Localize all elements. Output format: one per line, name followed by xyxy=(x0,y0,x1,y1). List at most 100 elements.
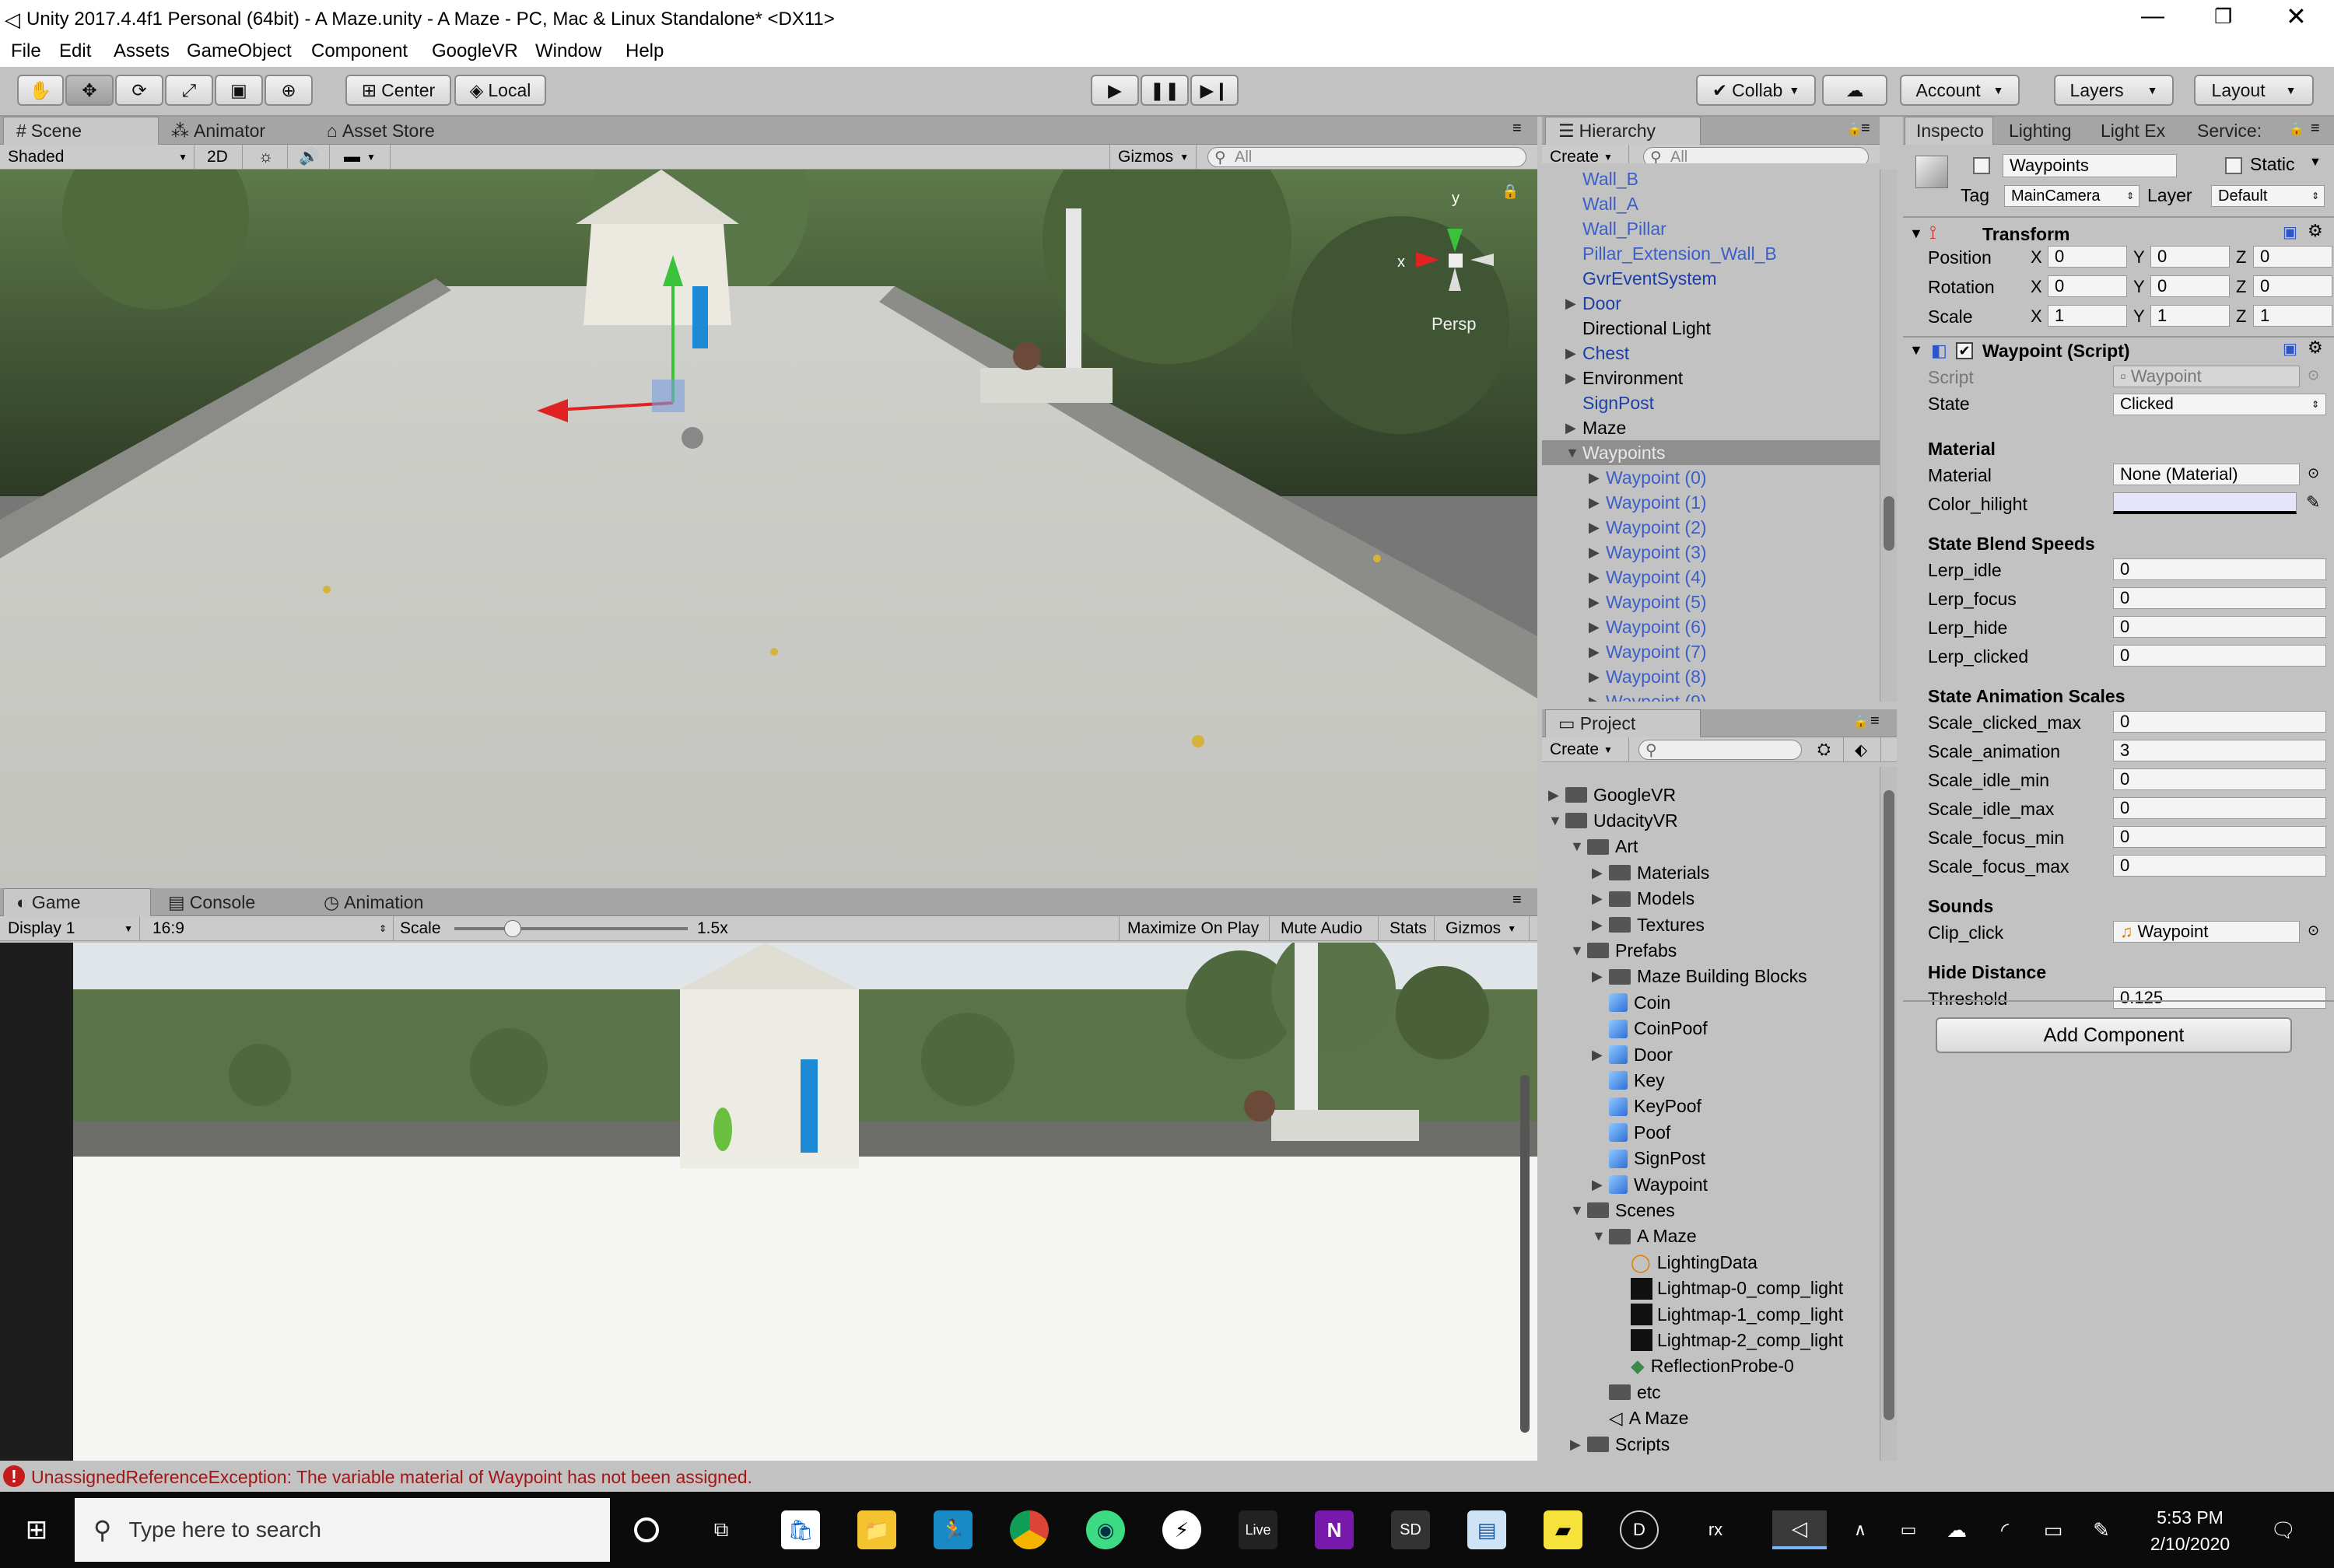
object-picker-icon[interactable]: ⊙ xyxy=(2308,922,2319,939)
number-field[interactable]: 0 xyxy=(2113,797,2326,819)
hierarchy-scrollbar[interactable] xyxy=(1880,170,1897,702)
lock-icon[interactable]: 🔒 xyxy=(1853,714,1869,730)
project-item[interactable]: CoinPoof xyxy=(1542,1017,1880,1041)
wifi-icon[interactable]: ◜ xyxy=(1985,1510,2024,1549)
transform-title[interactable]: Transform xyxy=(1982,224,2069,245)
transform-foldout-icon[interactable]: ▼ xyxy=(1909,226,1923,242)
status-bar[interactable]: ! UnassignedReferenceException: The vari… xyxy=(0,1462,2334,1492)
lock-icon[interactable]: 🔒 xyxy=(2289,121,2304,137)
gear-icon[interactable]: ⚙ xyxy=(2308,221,2323,241)
hierarchy-item[interactable]: ▶ Maze xyxy=(1542,415,1880,440)
project-item[interactable]: ◯ LightingData xyxy=(1542,1250,1880,1275)
scrollbar-thumb[interactable] xyxy=(1884,790,1894,1420)
axis-x-label[interactable]: X xyxy=(2031,306,2042,327)
notifications-icon[interactable]: 🗨 xyxy=(2264,1510,2303,1549)
cloud-button[interactable]: ☁ xyxy=(1822,75,1887,106)
document-app-icon[interactable]: ▤ xyxy=(1467,1510,1506,1549)
expand-right-icon[interactable]: ▶ xyxy=(1589,619,1606,635)
tab-inspector[interactable]: Inspecto xyxy=(1905,117,1993,145)
static-dropdown-icon[interactable]: ▼ xyxy=(2309,156,2322,170)
hierarchy-item[interactable]: ▶ Chest xyxy=(1542,341,1880,366)
expand-right-icon[interactable]: ▶ xyxy=(1589,495,1606,511)
project-item[interactable]: ▶ Models xyxy=(1542,887,1880,912)
project-item[interactable]: ▼ Art xyxy=(1542,835,1880,859)
project-item[interactable]: ◁ A Maze xyxy=(1542,1406,1880,1431)
onenote-icon[interactable]: N xyxy=(1315,1510,1354,1549)
state-dropdown[interactable]: Clicked ⇕ xyxy=(2113,394,2326,415)
axis-y-label[interactable]: Y xyxy=(2133,247,2145,268)
transform-position-y-field[interactable]: 0 xyxy=(2150,246,2230,268)
hand-tool-button[interactable]: ✋ xyxy=(17,75,64,106)
help-icon[interactable]: ▣ xyxy=(2283,222,2297,242)
aspect-dropdown[interactable]: 16:9 ⇕ xyxy=(145,916,394,941)
sticky-notes-icon[interactable]: ▰ xyxy=(1544,1510,1582,1549)
project-item[interactable]: Key xyxy=(1542,1068,1880,1093)
axis-y-label[interactable]: Y xyxy=(2133,306,2145,327)
expand-right-icon[interactable]: ▶ xyxy=(1592,891,1609,907)
tab-services[interactable]: Service: xyxy=(2185,117,2286,145)
hierarchy-item[interactable]: ▶ Waypoint (4) xyxy=(1542,565,1880,590)
panel-menu-icon[interactable]: ≡ xyxy=(1861,120,1870,138)
filter-by-type-button[interactable]: ⛭ xyxy=(1810,737,1844,762)
rx-app-icon[interactable]: rx xyxy=(1696,1510,1735,1549)
project-item[interactable]: ▼ Prefabs xyxy=(1542,938,1880,963)
transform-tool-button[interactable]: ⊕ xyxy=(265,75,313,106)
hierarchy-item[interactable]: Pillar_Extension_Wall_B xyxy=(1542,241,1880,266)
clock[interactable]: 5:53 PM 2/10/2020 xyxy=(2132,1504,2248,1557)
expand-right-icon[interactable]: ▶ xyxy=(1565,345,1582,362)
task-view-icon[interactable]: ⧉ xyxy=(702,1510,741,1549)
transform-scale-x-field[interactable]: 1 xyxy=(2048,305,2127,327)
project-item[interactable]: ◆ ReflectionProbe-0 xyxy=(1542,1354,1880,1379)
script-foldout-icon[interactable]: ▼ xyxy=(1909,342,1923,359)
mute-audio-toggle[interactable]: Mute Audio xyxy=(1273,916,1379,941)
step-button[interactable]: ▶❙ xyxy=(1190,75,1239,106)
expand-down-icon[interactable]: ▼ xyxy=(1570,943,1587,959)
expand-right-icon[interactable]: ▶ xyxy=(1548,787,1565,803)
menu-help[interactable]: Help xyxy=(626,40,664,62)
number-field[interactable]: 0.125 xyxy=(2113,987,2326,1009)
hierarchy-item[interactable]: ▶ Waypoint (6) xyxy=(1542,614,1880,639)
expand-right-icon[interactable]: ▶ xyxy=(1592,1047,1609,1063)
tab-project[interactable]: ▭ Project xyxy=(1545,709,1701,737)
transform-rotation-z-field[interactable]: 0 xyxy=(2253,275,2332,297)
taskbar-search-box[interactable]: ⚲ Type here to search xyxy=(75,1498,610,1562)
script-enabled-checkbox[interactable]: ✔ xyxy=(1956,342,1973,359)
project-item[interactable]: Coin xyxy=(1542,990,1880,1015)
transform-position-z-field[interactable]: 0 xyxy=(2253,246,2332,268)
pause-button[interactable]: ❚❚ xyxy=(1141,75,1189,106)
project-item[interactable]: Poof xyxy=(1542,1120,1880,1145)
hierarchy-item[interactable]: ▶ Door xyxy=(1542,291,1880,316)
tab-hierarchy[interactable]: ☰ Hierarchy xyxy=(1545,117,1701,145)
audio-toggle[interactable]: 🔊 xyxy=(291,145,330,170)
hierarchy-item[interactable]: ▶ Waypoint (0) xyxy=(1542,465,1880,490)
expand-down-icon[interactable]: ▼ xyxy=(1565,445,1582,461)
scale-tool-button[interactable]: ⤢ xyxy=(165,75,213,106)
project-item[interactable]: Lightmap-2_comp_light xyxy=(1542,1328,1880,1353)
expand-down-icon[interactable]: ▼ xyxy=(1592,1228,1609,1244)
play-button[interactable]: ▶ xyxy=(1091,75,1139,106)
pivot-local-button[interactable]: ◈ Local xyxy=(454,75,546,106)
gear-icon[interactable]: ⚙ xyxy=(2308,338,2323,358)
expand-right-icon[interactable]: ▶ xyxy=(1565,370,1582,387)
hierarchy-item[interactable]: ▶ Waypoint (9) xyxy=(1542,689,1880,702)
layout-dropdown[interactable]: Layout ▼ xyxy=(2194,75,2314,106)
axis-z-label[interactable]: Z xyxy=(2236,306,2246,327)
project-item[interactable]: ▼ UdacityVR xyxy=(1542,808,1880,833)
pivot-center-button[interactable]: ⊞ Center xyxy=(345,75,451,106)
expand-right-icon[interactable]: ▶ xyxy=(1589,594,1606,611)
panel-menu-icon[interactable]: ≡ xyxy=(1870,712,1880,730)
audio-clip-field[interactable]: ♫ Waypoint xyxy=(2113,921,2300,943)
display-dropdown[interactable]: Display 1 ▼ xyxy=(0,916,140,941)
tag-dropdown[interactable]: MainCamera ⇕ xyxy=(2004,185,2140,207)
restore-icon[interactable]: ❐ xyxy=(2214,5,2232,29)
hierarchy-item[interactable]: Wall_B xyxy=(1542,166,1880,191)
transform-rotation-y-field[interactable]: 0 xyxy=(2150,275,2230,297)
layer-dropdown[interactable]: Default ⇕ xyxy=(2211,185,2325,207)
lighting-toggle[interactable]: ☼ xyxy=(251,145,288,170)
help-icon[interactable]: ▣ xyxy=(2283,339,2297,359)
expand-right-icon[interactable]: ▶ xyxy=(1592,917,1609,933)
hierarchy-item[interactable]: ▶ Environment xyxy=(1542,366,1880,390)
shading-dropdown[interactable]: Shaded ▼ xyxy=(0,145,194,170)
game-gizmos-dropdown[interactable]: Gizmos ▼ xyxy=(1438,916,1530,941)
project-item[interactable]: ▼ A Maze xyxy=(1542,1224,1880,1249)
